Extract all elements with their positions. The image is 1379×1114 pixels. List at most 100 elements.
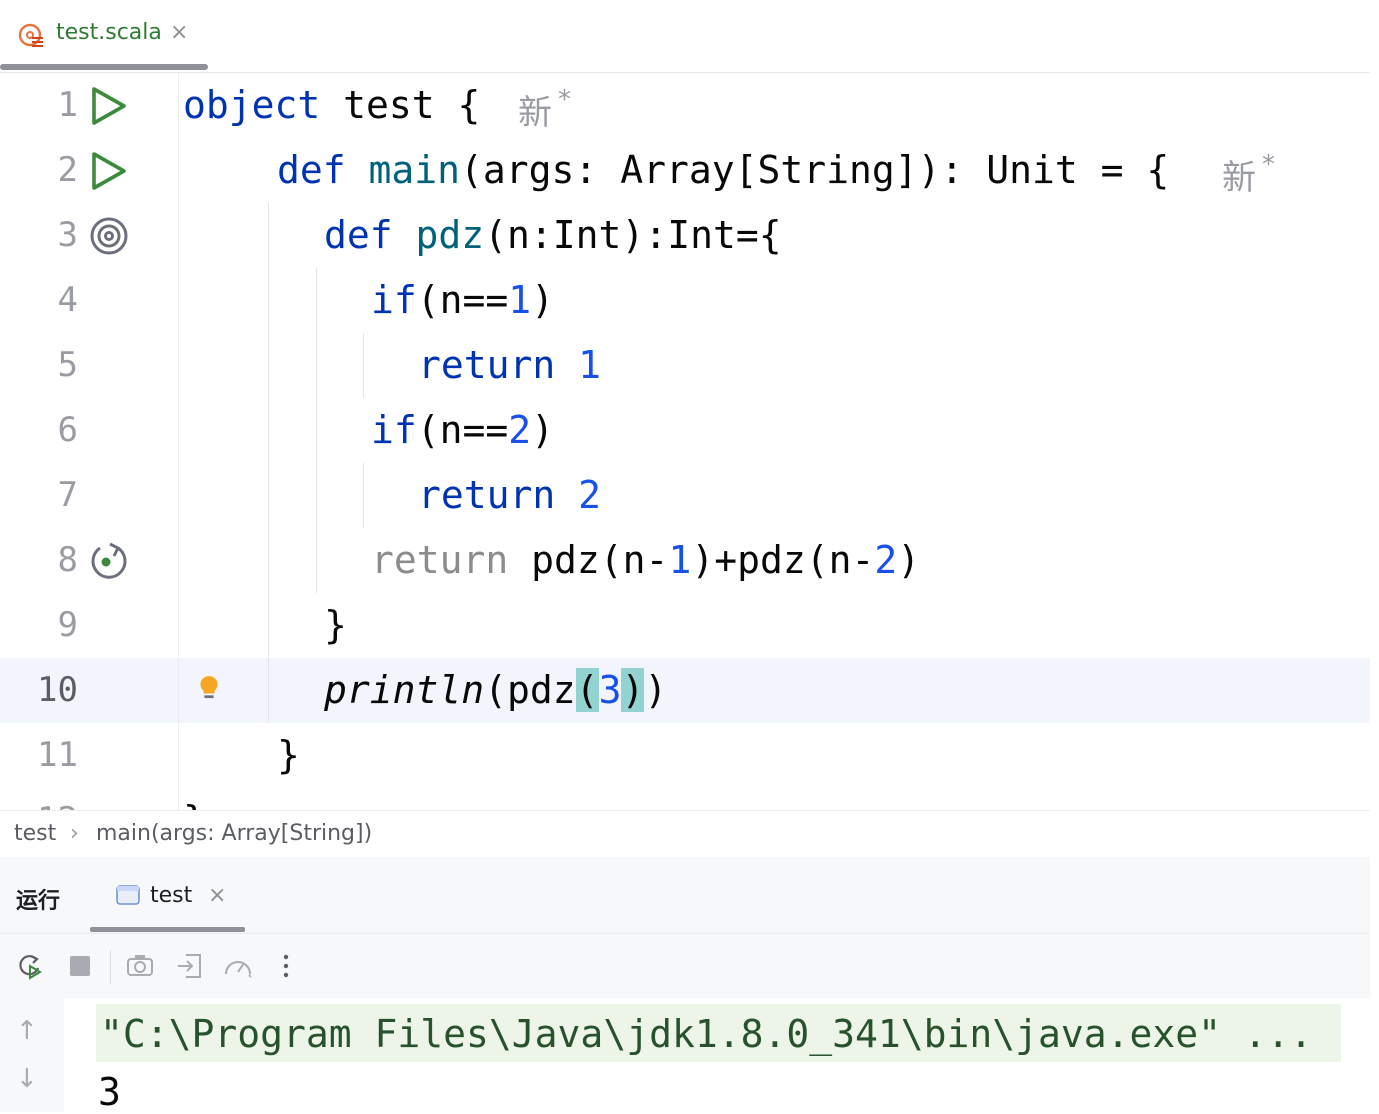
inlay-hint[interactable]: 新 * bbox=[1222, 150, 1275, 199]
line-number[interactable]: 8 bbox=[0, 538, 78, 582]
line-number[interactable]: 7 bbox=[0, 473, 78, 517]
code-line[interactable]: 7 return 2 bbox=[0, 463, 1370, 528]
code-token: 2 bbox=[874, 538, 898, 582]
code-token: (pdz bbox=[484, 668, 576, 712]
code-token: main bbox=[368, 148, 461, 192]
inlay-hint-mark: * bbox=[1262, 150, 1275, 180]
editor-tab-bar: test.scala × bbox=[0, 0, 1370, 73]
code-line[interactable]: 1 object test { 新 * bbox=[0, 73, 1370, 138]
code-token: object bbox=[183, 83, 321, 127]
code-line[interactable]: 10 println(pdz(3)) bbox=[0, 658, 1370, 723]
code-token: def bbox=[324, 213, 393, 257]
code-line[interactable]: 4 if(n==1) bbox=[0, 268, 1370, 333]
recursion-icon[interactable] bbox=[88, 215, 130, 257]
more-icon[interactable] bbox=[270, 950, 302, 982]
line-number[interactable]: 3 bbox=[0, 213, 78, 257]
code-token: ) bbox=[897, 538, 921, 582]
code-line[interactable]: 12} bbox=[0, 788, 1370, 810]
code-token: return bbox=[371, 538, 509, 582]
code-token: ) bbox=[621, 668, 645, 712]
code-text: return 2 bbox=[418, 471, 601, 519]
code-text: } bbox=[183, 796, 206, 810]
profiler-icon[interactable] bbox=[222, 950, 254, 982]
scroll-up-icon[interactable]: ↑ bbox=[16, 1016, 38, 1046]
code-token: ( bbox=[575, 668, 599, 712]
line-number[interactable]: 6 bbox=[0, 408, 78, 452]
code-token: 2 bbox=[578, 473, 602, 517]
tab-test-scala[interactable]: test.scala × bbox=[0, 0, 210, 72]
line-number[interactable]: 4 bbox=[0, 278, 78, 322]
line-number[interactable]: 11 bbox=[0, 733, 78, 777]
code-token: test { bbox=[320, 83, 481, 127]
code-token: (n== bbox=[416, 278, 509, 322]
active-tab-indicator bbox=[0, 64, 208, 70]
code-line[interactable]: 3 def pdz(n:Int):Int={ bbox=[0, 203, 1370, 268]
restore-layout-icon[interactable] bbox=[174, 950, 206, 982]
code-line[interactable]: 8 return pdz(n-1)+pdz(n-2) bbox=[0, 528, 1370, 593]
code-line[interactable]: 9} bbox=[0, 593, 1370, 658]
code-token: ) bbox=[644, 668, 668, 712]
console-command-line: "C:\Program Files\Java\jdk1.8.0_341\bin\… bbox=[96, 1004, 1341, 1062]
lightbulb-icon[interactable] bbox=[198, 674, 220, 702]
line-number[interactable]: 2 bbox=[0, 148, 78, 192]
line-number[interactable]: 10 bbox=[0, 668, 78, 712]
code-token: return bbox=[418, 343, 556, 387]
code-line[interactable]: 6 if(n==2) bbox=[0, 398, 1370, 463]
indent-guide bbox=[363, 463, 364, 528]
breadcrumb-item-main[interactable]: main(args: Array[String]) bbox=[96, 821, 372, 846]
code-line[interactable]: 11} bbox=[0, 723, 1370, 788]
line-number[interactable]: 5 bbox=[0, 343, 78, 387]
code-token: (n:Int):Int={ bbox=[484, 213, 782, 257]
run-tab-indicator bbox=[90, 927, 245, 932]
run-console[interactable]: ↑ ↓ "C:\Program Files\Java\jdk1.8.0_341\… bbox=[0, 998, 1370, 1114]
run-tab-close-icon[interactable]: × bbox=[208, 883, 226, 908]
gutter-separator bbox=[178, 73, 179, 810]
inlay-hint[interactable]: 新 * bbox=[518, 85, 571, 134]
code-token: return bbox=[418, 473, 556, 517]
code-line[interactable]: 5 return 1 bbox=[0, 333, 1370, 398]
run-toolbar bbox=[0, 934, 1370, 998]
code-text: def pdz(n:Int):Int={ bbox=[324, 211, 782, 259]
code-text: object test { bbox=[183, 81, 480, 129]
breadcrumb-separator: › bbox=[70, 821, 79, 846]
code-text: if(n==2) bbox=[371, 406, 554, 454]
console-output-line: 3 bbox=[98, 1070, 121, 1114]
code-text: println(pdz(3)) bbox=[324, 666, 667, 714]
scroll-down-icon[interactable]: ↓ bbox=[16, 1064, 38, 1094]
line-number[interactable]: 1 bbox=[0, 83, 78, 127]
code-text: return pdz(n-1)+pdz(n-2) bbox=[371, 536, 920, 584]
recursive-call-icon[interactable] bbox=[88, 540, 130, 582]
line-number[interactable]: 12 bbox=[0, 798, 78, 810]
console-command-text: "C:\Program Files\Java\jdk1.8.0_341\bin\… bbox=[100, 1012, 1313, 1056]
code-token: } bbox=[183, 798, 206, 810]
inlay-hint-mark: * bbox=[558, 85, 571, 115]
code-token: )+pdz(n- bbox=[691, 538, 875, 582]
indent-guide bbox=[268, 203, 269, 723]
tab-close-icon[interactable]: × bbox=[170, 20, 188, 45]
code-token: if bbox=[371, 278, 417, 322]
code-token: (n== bbox=[416, 408, 509, 452]
run-tab-label[interactable]: test bbox=[150, 883, 192, 908]
breadcrumb: test › main(args: Array[String]) bbox=[0, 810, 1370, 858]
code-token: } bbox=[277, 733, 300, 777]
code-token: 1 bbox=[508, 278, 532, 322]
code-token: 2 bbox=[508, 408, 532, 452]
run-icon[interactable] bbox=[88, 85, 130, 127]
run-icon[interactable] bbox=[88, 150, 130, 192]
line-number[interactable]: 9 bbox=[0, 603, 78, 647]
inlay-hint-text: 新 bbox=[1222, 158, 1256, 198]
toolbar-divider bbox=[110, 950, 111, 984]
code-line[interactable]: 2 def main(args: Array[String]): Unit = {… bbox=[0, 138, 1370, 203]
inlay-hint-text: 新 bbox=[518, 93, 552, 133]
code-token: 3 bbox=[598, 668, 622, 712]
rerun-icon[interactable] bbox=[14, 950, 46, 982]
code-token: ) bbox=[531, 408, 555, 452]
stop-icon[interactable] bbox=[64, 950, 96, 982]
code-editor[interactable]: 1 object test {新 * 2 def main(args: Array[St… bbox=[0, 73, 1370, 810]
breadcrumb-item-test[interactable]: test bbox=[14, 821, 56, 846]
code-token: println bbox=[324, 668, 485, 712]
camera-icon[interactable] bbox=[124, 950, 156, 982]
